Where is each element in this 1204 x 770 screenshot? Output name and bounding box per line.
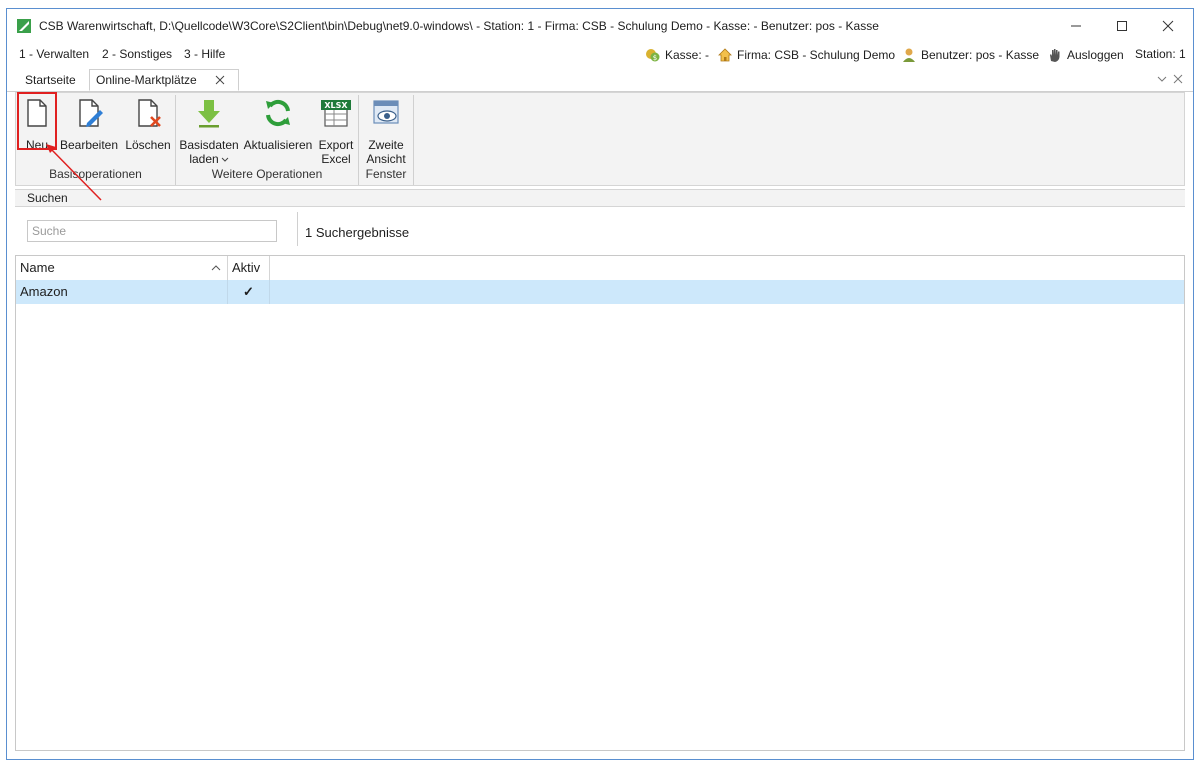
annotation-arrow [46,144,102,201]
